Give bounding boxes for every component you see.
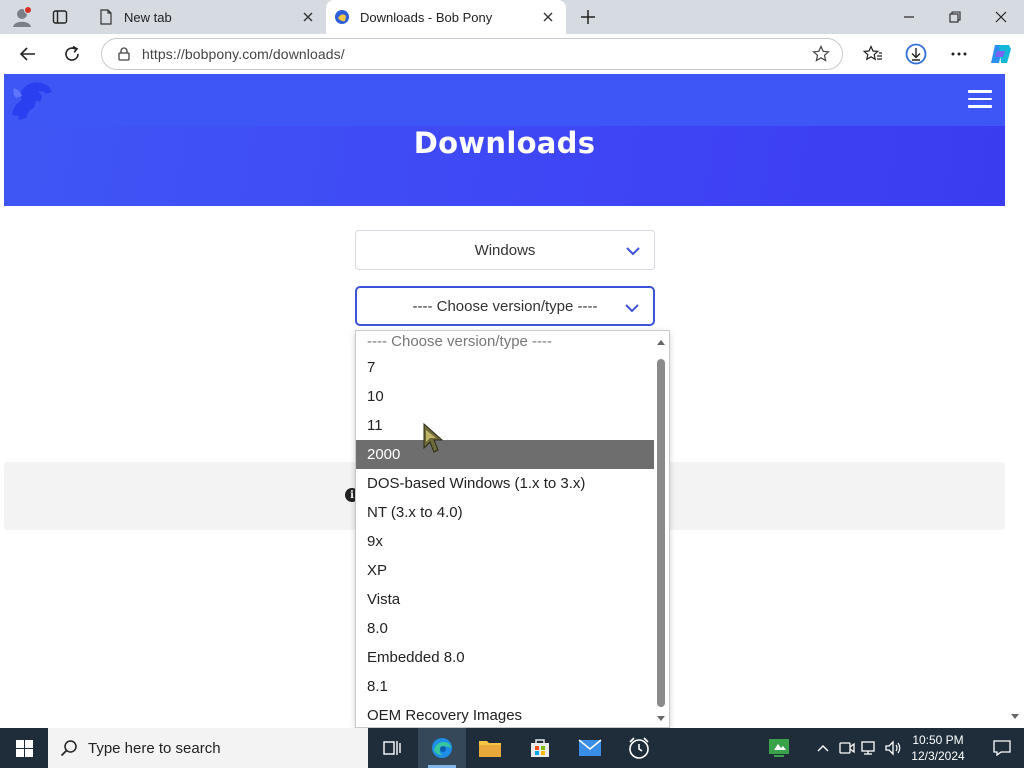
- taskbar-search-box[interactable]: Type here to search: [48, 728, 368, 768]
- bob-pony-logo-icon[interactable]: [4, 74, 56, 126]
- dropdown-option[interactable]: 10: [356, 382, 655, 411]
- site-navbar: [4, 74, 1005, 126]
- edge-browser-icon[interactable]: [418, 728, 466, 768]
- dropdown-option[interactable]: NT (3.x to 4.0): [356, 498, 655, 527]
- scroll-down-arrow-icon[interactable]: [1011, 714, 1019, 719]
- dropdown-option[interactable]: Embedded 8.0: [356, 643, 655, 672]
- version-select-value: ---- Choose version/type ----: [412, 297, 598, 315]
- close-tab-icon[interactable]: [540, 9, 556, 25]
- clock-time: 10:50 PM: [912, 733, 964, 747]
- start-button[interactable]: [0, 728, 48, 768]
- notifications-icon[interactable]: [980, 728, 1024, 768]
- chevron-down-icon: [625, 300, 639, 317]
- dropdown-option[interactable]: OEM Recovery Images: [356, 701, 655, 727]
- dropdown-option[interactable]: 8.1: [356, 672, 655, 701]
- version-select[interactable]: ---- Choose version/type ----: [355, 286, 655, 326]
- clock-date: 12/3/2024: [911, 749, 965, 763]
- profile-avatar-icon[interactable]: [8, 4, 36, 30]
- volume-icon[interactable]: [881, 728, 905, 768]
- pony-cursor-icon: [420, 422, 446, 454]
- bob-pony-favicon-icon: [334, 9, 350, 25]
- url-text[interactable]: https://bobpony.com/downloads/: [142, 46, 345, 62]
- more-options-icon[interactable]: [944, 39, 974, 69]
- search-placeholder: Type here to search: [88, 739, 221, 757]
- favorites-icon[interactable]: [858, 39, 888, 69]
- page-icon: [98, 9, 114, 25]
- restore-button[interactable]: [932, 0, 978, 34]
- task-view-icon[interactable]: [368, 728, 416, 768]
- page-title: Downloads: [413, 126, 596, 160]
- dropdown-option[interactable]: Vista: [356, 585, 655, 614]
- chevron-down-icon: [626, 243, 640, 260]
- back-button[interactable]: [13, 39, 43, 69]
- refresh-button[interactable]: [57, 39, 87, 69]
- tab-downloads-bob-pony[interactable]: Downloads - Bob Pony: [326, 0, 566, 34]
- network-icon[interactable]: [858, 728, 882, 768]
- tab-actions-icon[interactable]: [46, 5, 74, 29]
- dropdown-option[interactable]: 7: [356, 353, 655, 382]
- scrollbar-thumb[interactable]: [657, 359, 665, 707]
- tray-app-icon[interactable]: [755, 728, 803, 768]
- dropdown-option[interactable]: 8.0: [356, 614, 655, 643]
- dropdown-option[interactable]: 9x: [356, 527, 655, 556]
- favorite-star-icon[interactable]: [812, 45, 830, 66]
- version-dropdown-list[interactable]: ---- Choose version/type ---- 7 10 11 20…: [355, 330, 670, 728]
- alarms-clock-icon[interactable]: [615, 728, 663, 768]
- tab-label: New tab: [124, 9, 172, 25]
- tab-new-tab[interactable]: New tab: [88, 0, 326, 34]
- page-scrollbar[interactable]: [1005, 74, 1024, 725]
- dropdown-option[interactable]: ---- Choose version/type ----: [356, 331, 655, 353]
- hamburger-menu-icon[interactable]: [968, 90, 992, 110]
- dropdown-option[interactable]: XP: [356, 556, 655, 585]
- system-clock[interactable]: 10:50 PM 12/3/2024: [905, 732, 971, 764]
- new-tab-plus-icon[interactable]: [574, 4, 602, 30]
- downloads-icon[interactable]: [901, 39, 931, 69]
- scroll-up-arrow-icon[interactable]: [657, 340, 665, 345]
- tab-strip: New tab Downloads - Bob Pony: [0, 0, 1024, 34]
- browser-toolbar: https://bobpony.com/downloads/: [0, 34, 1024, 74]
- lock-icon[interactable]: [118, 47, 130, 61]
- close-window-button[interactable]: [978, 0, 1024, 34]
- os-select[interactable]: Windows: [355, 230, 655, 270]
- dropdown-option[interactable]: 11: [356, 411, 655, 440]
- scroll-down-arrow-icon[interactable]: [657, 716, 665, 721]
- tab-label: Downloads - Bob Pony: [360, 9, 493, 25]
- file-explorer-icon[interactable]: [466, 728, 514, 768]
- dropdown-option-highlighted[interactable]: 2000: [356, 440, 655, 469]
- close-tab-icon[interactable]: [300, 9, 316, 25]
- dropdown-scrollbar[interactable]: [654, 331, 669, 727]
- copilot-icon[interactable]: [986, 39, 1016, 69]
- microsoft-store-icon[interactable]: [516, 728, 564, 768]
- show-hidden-icons-chevron-icon[interactable]: [810, 728, 836, 768]
- minimize-button[interactable]: [886, 0, 932, 34]
- mail-icon[interactable]: [566, 728, 614, 768]
- search-icon: [60, 739, 78, 757]
- os-select-value: Windows: [474, 241, 536, 259]
- dropdown-option[interactable]: DOS-based Windows (1.x to 3.x): [356, 469, 655, 498]
- address-bar[interactable]: https://bobpony.com/downloads/: [101, 38, 843, 70]
- taskbar: Type here to search 10:50 PM 12/3/2024: [0, 728, 1024, 768]
- meet-now-icon[interactable]: [835, 728, 859, 768]
